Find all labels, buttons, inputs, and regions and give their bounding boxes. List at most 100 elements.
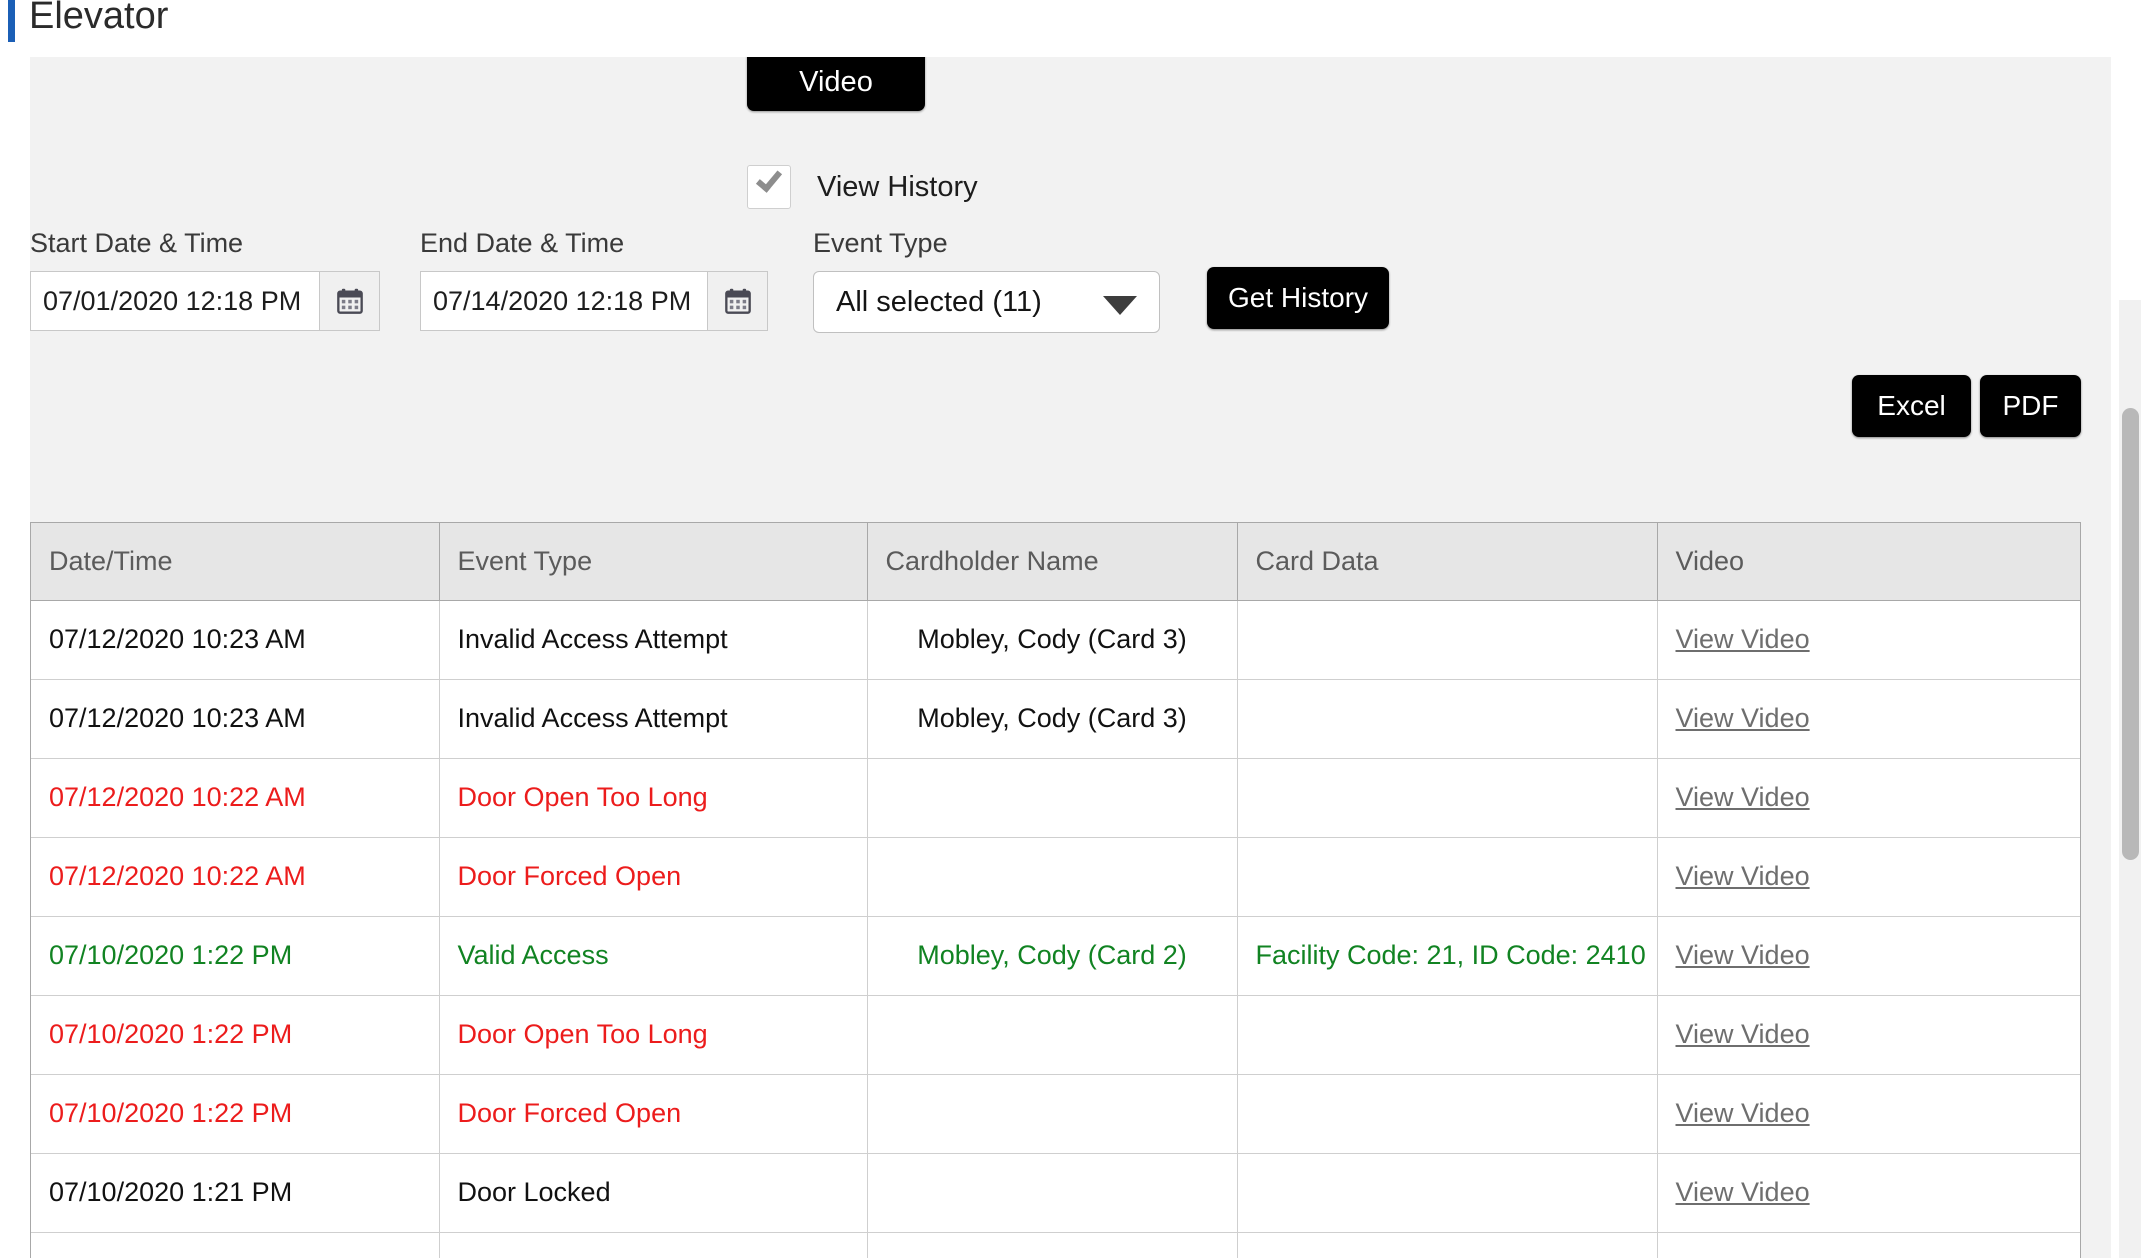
cell-card-data: Facility Code: 21, ID Code: 2410 [1237,916,1658,996]
calendar-icon [336,288,363,314]
view-history-label: View History [817,170,978,203]
history-table-container: Date/Time Event Type Cardholder Name Car… [30,522,2081,1258]
cell-cardholder [867,837,1238,917]
cell-datetime: 07/12/2020 10:23 AM [31,679,440,759]
table-row[interactable]: 07/10/2020 1:21 PM Door Locked View Video [31,1153,2080,1233]
get-history-button[interactable]: Get History [1207,267,1389,329]
view-video-link[interactable]: View Video [1676,1019,1810,1049]
cell-cardholder: Mobley, Cody (Card 2) [867,916,1238,996]
cell-cardholder [867,758,1238,838]
filters-bar: Start Date & Time 07/01/2020 12:18 PM En… [30,228,2111,362]
cell-datetime: 07/10/2020 1:22 PM [31,995,440,1075]
cell-card-data [1237,1074,1658,1154]
cell-datetime: 07/10/2020 1:22 PM [31,1074,440,1154]
cell-card-data [1237,679,1658,759]
start-calendar-button[interactable] [320,271,380,331]
table-header-row: Date/Time Event Type Cardholder Name Car… [31,523,2080,601]
column-header-cardholder[interactable]: Cardholder Name [867,523,1238,601]
column-header-datetime[interactable]: Date/Time [31,523,440,601]
end-datetime-field: End Date & Time [420,228,768,331]
table-row[interactable] [31,1232,2080,1258]
cell-video: View Video [1657,758,2080,838]
view-video-link[interactable]: View Video [1676,703,1810,733]
cell-card-data [1237,758,1658,838]
table-row[interactable]: 07/10/2020 1:22 PM Door Open Too Long View… [31,995,2080,1075]
cell-datetime: 07/12/2020 10:22 AM [31,837,440,917]
cell-video: View Video [1657,1153,2080,1233]
page-title: Elevator [29,0,169,37]
cell-datetime: 07/12/2020 10:22 AM [31,758,440,838]
page-root: Elevator Video View History Start Date &… [0,0,2141,1258]
event-type-label: Event Type [813,228,948,258]
cell-card-data [1237,600,1658,680]
cell-cardholder [867,1074,1238,1154]
cell-video: View Video [1657,916,2080,996]
vertical-scrollbar-thumb[interactable] [2122,408,2139,860]
column-header-event-type[interactable]: Event Type [439,523,868,601]
view-video-link[interactable]: View Video [1676,624,1810,654]
video-button[interactable]: Video [747,57,925,111]
cell-cardholder [867,995,1238,1075]
cell-event-type [439,1232,868,1258]
cell-event-type: Door Open Too Long [439,995,868,1075]
start-datetime-input[interactable] [30,271,320,331]
cell-video: View Video [1657,1074,2080,1154]
history-table-head: Date/Time Event Type Cardholder Name Car… [31,523,2080,601]
table-row[interactable]: 07/12/2020 10:23 AM Invalid Access Attemp… [31,679,2080,759]
end-datetime-input[interactable] [420,271,708,331]
table-row[interactable]: 07/12/2020 10:23 AM Invalid Access Attemp… [31,600,2080,680]
view-video-link[interactable]: View Video [1676,1177,1810,1207]
event-type-select[interactable]: All selected (11) [813,271,1160,333]
check-icon [755,165,783,193]
view-video-link[interactable]: View Video [1676,940,1810,970]
cell-video: View Video [1657,995,2080,1075]
column-header-card-data[interactable]: Card Data [1237,523,1658,601]
export-pdf-button[interactable]: PDF [1980,375,2081,437]
table-row[interactable]: 07/10/2020 1:22 PM Door Forced Open View V… [31,1074,2080,1154]
history-table-body: 07/12/2020 10:23 AM Invalid Access Attemp… [31,600,2080,1258]
start-datetime-group [30,271,380,331]
vertical-scrollbar[interactable] [2119,300,2141,1258]
chevron-down-icon [1103,296,1137,315]
table-row[interactable]: 07/10/2020 1:22 PM Valid Access Mobley, Co… [31,916,2080,996]
table-row[interactable]: 07/12/2020 10:22 AM Door Open Too Long Vie… [31,758,2080,838]
cell-card-data [1237,1232,1658,1258]
export-bar: Excel PDF [30,375,2111,445]
cell-card-data [1237,995,1658,1075]
start-datetime-field: Start Date & Time [30,228,380,331]
cell-datetime: 07/12/2020 10:23 AM [31,600,440,680]
export-excel-button[interactable]: Excel [1852,375,1971,437]
cell-cardholder [867,1153,1238,1233]
event-type-selected-value: All selected (11) [836,286,1042,318]
end-datetime-group [420,271,768,331]
cell-video: View Video [1657,600,2080,680]
cell-video: View Video [1657,679,2080,759]
cell-event-type: Door Open Too Long [439,758,868,838]
cell-event-type: Valid Access [439,916,868,996]
cell-event-type: Door Forced Open [439,837,868,917]
event-type-field: Event Type All selected (11) [813,228,1160,333]
cell-datetime: 07/10/2020 1:21 PM [31,1153,440,1233]
cell-cardholder [867,1232,1238,1258]
cell-card-data [1237,1153,1658,1233]
view-video-link[interactable]: View Video [1676,861,1810,891]
cell-datetime [31,1232,440,1258]
end-calendar-button[interactable] [708,271,768,331]
history-panel: Video View History Start Date & Time 07/… [30,57,2111,1258]
view-history-checkbox[interactable] [747,165,791,209]
cell-event-type: Invalid Access Attempt [439,679,868,759]
view-history-row: View History [747,165,978,209]
start-datetime-label: Start Date & Time [30,228,244,258]
cell-datetime: 07/10/2020 1:22 PM [31,916,440,996]
view-video-link[interactable]: View Video [1676,782,1810,812]
cell-event-type: Door Forced Open [439,1074,868,1154]
cell-event-type: Invalid Access Attempt [439,600,868,680]
view-video-link[interactable]: View Video [1676,1098,1810,1128]
table-row[interactable]: 07/12/2020 10:22 AM Door Forced Open View … [31,837,2080,917]
cell-event-type: Door Locked [439,1153,868,1233]
end-datetime-label: End Date & Time [420,228,625,258]
column-header-video[interactable]: Video [1657,523,2080,601]
history-table: Date/Time Event Type Cardholder Name Car… [31,523,2080,1258]
cell-cardholder: Mobley, Cody (Card 3) [867,679,1238,759]
cell-video: View Video [1657,837,2080,917]
